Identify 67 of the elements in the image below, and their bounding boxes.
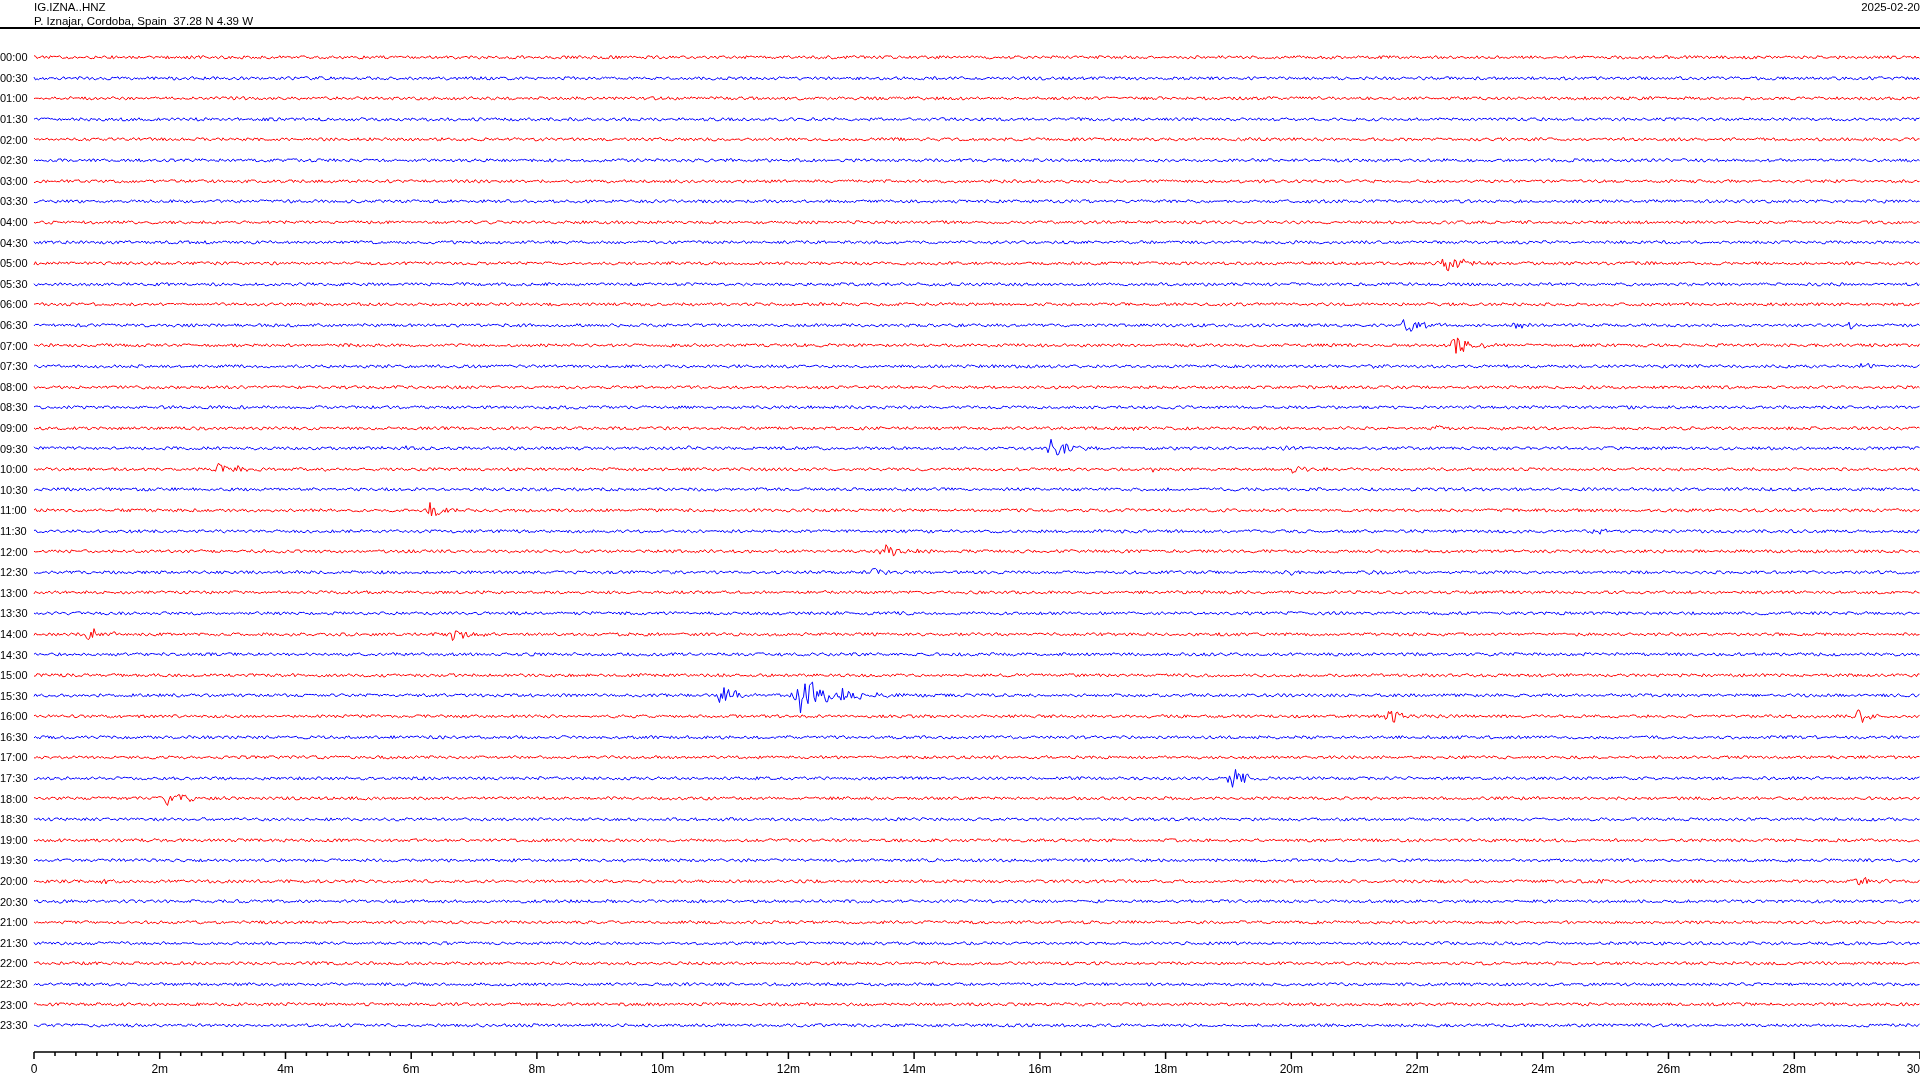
axis-tick-label: 18m xyxy=(1153,1061,1178,1076)
time-label: 04:30 xyxy=(0,236,29,249)
time-label: 11:00 xyxy=(0,504,28,517)
axis-tick-label: 0 xyxy=(30,1061,38,1076)
time-label: 16:30 xyxy=(0,730,29,743)
time-label: 03:30 xyxy=(0,195,29,208)
time-label: 08:30 xyxy=(0,401,29,414)
time-label: 06:30 xyxy=(0,319,29,331)
time-label: 03:00 xyxy=(0,174,29,187)
axis-tick-label: 10m xyxy=(651,1061,675,1076)
time-label: 17:30 xyxy=(0,772,29,785)
time-label: 14:30 xyxy=(0,648,29,661)
axis-tick-label: 30 xyxy=(1906,1061,1920,1076)
axis-tick-label: 2m xyxy=(151,1061,169,1076)
time-label: 01:00 xyxy=(0,92,29,105)
time-label: 15:00 xyxy=(0,669,29,682)
axis-tick-label: 4m xyxy=(277,1061,294,1076)
axis-tick-label: 12m xyxy=(776,1061,801,1076)
axis-tick-label: 14m xyxy=(902,1061,926,1076)
time-label: 00:00 xyxy=(0,51,29,64)
axis-tick-label: 20m xyxy=(1279,1061,1303,1076)
time-label: 00:30 xyxy=(0,71,29,84)
time-label: 21:30 xyxy=(0,936,29,949)
time-label: 12:30 xyxy=(0,566,29,579)
time-label: 13:30 xyxy=(0,607,29,620)
time-label: 15:30 xyxy=(0,689,29,702)
time-label: 10:30 xyxy=(0,483,29,496)
time-label: 17:00 xyxy=(0,751,29,764)
time-label: 07:00 xyxy=(0,339,29,352)
axis-tick-label: 16m xyxy=(1028,1061,1052,1076)
time-label: 18:30 xyxy=(0,813,29,826)
time-label: 10:00 xyxy=(0,463,29,476)
time-label: 19:30 xyxy=(0,854,29,867)
time-label: 09:30 xyxy=(0,442,29,455)
time-label: 02:00 xyxy=(0,133,29,146)
axis-tick-label: 24m xyxy=(1531,1061,1555,1076)
time-label: 12:00 xyxy=(0,545,29,558)
time-label: 23:00 xyxy=(0,998,29,1011)
time-label: 16:00 xyxy=(0,710,29,723)
time-label: 18:00 xyxy=(0,792,29,805)
time-label: 19:00 xyxy=(0,833,29,846)
time-label: 07:30 xyxy=(0,360,29,373)
axis-tick-label: 26m xyxy=(1656,1061,1681,1076)
time-label: 01:30 xyxy=(0,113,29,126)
time-label: 08:00 xyxy=(0,380,29,393)
axis-tick-label: 6m xyxy=(402,1061,420,1076)
axis-tick-label: 22m xyxy=(1405,1061,1429,1076)
time-label: 06:00 xyxy=(0,298,29,311)
date-label: 2025-02-20 xyxy=(1861,0,1920,14)
time-label: 23:30 xyxy=(0,1019,29,1032)
axis-tick-label: 28m xyxy=(1782,1061,1806,1076)
time-label: 20:00 xyxy=(0,875,29,888)
time-label: 11:30 xyxy=(0,524,28,537)
time-label: 22:30 xyxy=(0,978,29,990)
time-label: 21:00 xyxy=(0,916,29,929)
time-label: 05:30 xyxy=(0,277,29,290)
time-label: 14:00 xyxy=(0,627,29,640)
station-code: IG.IZNA..HNZ xyxy=(34,0,106,14)
station-location: P. Iznajar, Cordoba, Spain 37.28 N 4.39 W xyxy=(34,14,254,28)
time-label: 09:00 xyxy=(0,422,29,434)
time-label: 05:00 xyxy=(0,257,29,270)
time-label: 13:00 xyxy=(0,586,29,599)
axis-tick-label: 8m xyxy=(528,1061,546,1076)
time-label: 22:00 xyxy=(0,957,29,970)
time-label: 04:00 xyxy=(0,216,29,229)
time-label: 20:30 xyxy=(0,895,29,908)
time-label: 02:30 xyxy=(0,154,29,167)
